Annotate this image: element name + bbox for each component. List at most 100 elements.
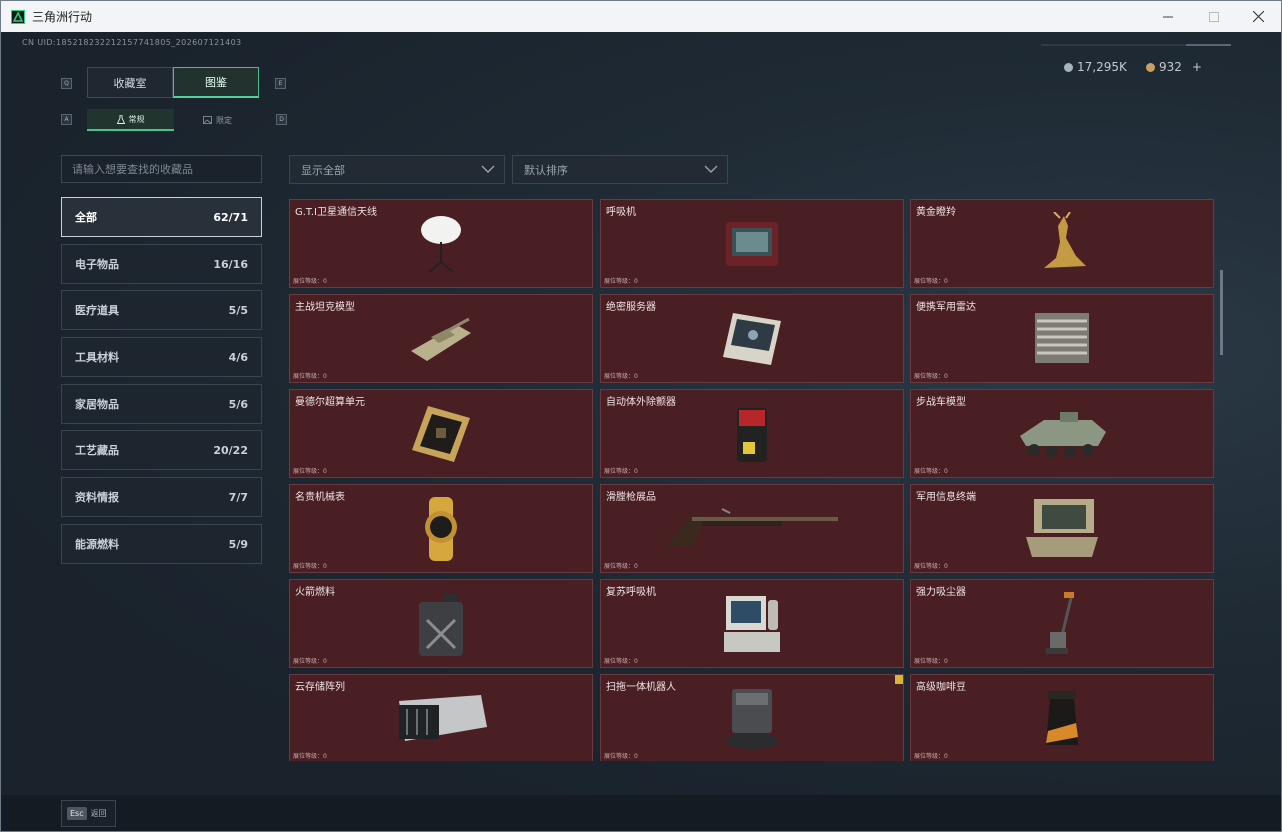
item-card-golden-gazelle[interactable]: 黄金瞪羚 展位等级：0 (910, 199, 1214, 288)
category-tools[interactable]: 工具材料 4/6 (61, 337, 262, 377)
minimize-button[interactable] (1145, 1, 1191, 32)
item-card-tank-model[interactable]: 主战坦克模型 展位等级：0 (289, 294, 593, 383)
radar-icon (1035, 313, 1089, 363)
category-household[interactable]: 家居物品 5/6 (61, 384, 262, 424)
resuscitator-icon (724, 596, 780, 652)
window-title: 三角洲行动 (32, 10, 93, 24)
category-count: 5/6 (228, 397, 248, 411)
subtab-prev-key: A (61, 114, 72, 125)
add-currency-button[interactable]: + (1192, 60, 1202, 74)
item-card-satellite-antenna[interactable]: G.T.I卫星通信天线 展位等级：0 (289, 199, 593, 288)
coffee-bag-icon (1046, 691, 1078, 745)
item-card-robot-vacuum[interactable]: 扫拖一体机器人 展位等级：0 (600, 674, 904, 761)
item-level: 展位等级：0 (914, 278, 948, 285)
subtab-limited-label: 限定 (216, 115, 232, 125)
item-level: 展位等级：0 (293, 373, 327, 380)
item-name: 呼吸机 (606, 207, 636, 218)
item-name: 便携军用雷达 (916, 302, 976, 313)
subtab-limited[interactable]: 限定 (174, 109, 261, 131)
item-card-resuscitator[interactable]: 复苏呼吸机 展位等级：0 (600, 579, 904, 668)
category-label: 能源燃料 (75, 538, 119, 551)
category-label: 全部 (75, 211, 97, 224)
item-level: 展位等级：0 (604, 753, 638, 760)
sort-dropdown[interactable]: 默认排序 (512, 155, 728, 184)
category-count: 5/9 (228, 537, 248, 551)
item-level: 展位等级：0 (914, 373, 948, 380)
item-card-portable-radar[interactable]: 便携军用雷达 展位等级：0 (910, 294, 1214, 383)
esc-key: Esc (67, 807, 87, 820)
item-card-musket[interactable]: 滑膛枪展品 展位等级：0 (600, 484, 904, 573)
item-level: 展位等级：0 (293, 278, 327, 285)
musket-icon (666, 508, 838, 547)
display-filter-dropdown[interactable]: 显示全部 (289, 155, 505, 184)
tab-next-key: E (275, 78, 286, 89)
grid-scrollbar[interactable] (1220, 270, 1223, 355)
item-level: 展位等级：0 (914, 468, 948, 475)
server-icon (723, 313, 781, 365)
item-card-rocket-fuel[interactable]: 火箭燃料 展位等级：0 (289, 579, 593, 668)
item-name: 名贵机械表 (295, 492, 345, 503)
category-count: 16/16 (213, 257, 248, 271)
item-card-defibrillator[interactable]: 自动体外除颤器 展位等级：0 (600, 389, 904, 478)
category-count: 4/6 (228, 350, 248, 364)
gold-currency-value: 932 (1159, 60, 1182, 74)
vacuum-cleaner-icon (1046, 592, 1074, 654)
silver-currency: 17,295K (1064, 60, 1127, 74)
category-label: 家居物品 (75, 398, 119, 411)
item-card-vacuum-cleaner[interactable]: 强力吸尘器 展位等级：0 (910, 579, 1214, 668)
tab-encyclopedia[interactable]: 图鉴 (173, 67, 259, 98)
item-name: 绝密服务器 (606, 302, 656, 313)
item-name: 曼德尔超算单元 (295, 397, 365, 408)
category-label: 资料情报 (75, 491, 119, 504)
delta-logo-icon (11, 9, 25, 24)
item-card-premium-coffee-beans[interactable]: 高级咖啡豆 展位等级：0 (910, 674, 1214, 761)
close-button[interactable] (1235, 1, 1281, 32)
item-level: 展位等级：0 (293, 753, 327, 760)
item-card-ifv-model[interactable]: 步战车模型 展位等级：0 (910, 389, 1214, 478)
tab-collection-room[interactable]: 收藏室 (87, 67, 173, 98)
item-name: 云存储阵列 (295, 682, 345, 693)
category-crafts[interactable]: 工艺藏品 20/22 (61, 430, 262, 470)
category-electronics[interactable]: 电子物品 16/16 (61, 244, 262, 284)
item-level: 展位等级：0 (293, 563, 327, 570)
item-level: 展位等级：0 (293, 658, 327, 665)
category-all[interactable]: 全部 62/71 (61, 197, 262, 237)
item-name: 火箭燃料 (295, 587, 335, 598)
item-name: 军用信息终端 (916, 492, 976, 503)
category-energy[interactable]: 能源燃料 5/9 (61, 524, 262, 564)
back-button[interactable]: Esc 返回 (61, 800, 116, 827)
sort-value: 默认排序 (524, 163, 568, 177)
title-bar: 三角洲行动 (1, 1, 1281, 32)
subtab-regular[interactable]: 常规 (87, 109, 174, 131)
item-card-ventilator[interactable]: 呼吸机 展位等级：0 (600, 199, 904, 288)
item-card-cloud-storage-array[interactable]: 云存储阵列 展位等级：0 (289, 674, 593, 761)
category-label: 电子物品 (75, 258, 119, 271)
item-card-mandel-supercomputer[interactable]: 曼德尔超算单元 展位等级：0 (289, 389, 593, 478)
item-card-secret-server[interactable]: 绝密服务器 展位等级：0 (600, 294, 904, 383)
item-card-military-terminal[interactable]: 军用信息终端 展位等级：0 (910, 484, 1214, 573)
maximize-button[interactable] (1191, 1, 1237, 32)
item-level: 展位等级：0 (604, 658, 638, 665)
category-medical[interactable]: 医疗道具 5/5 (61, 290, 262, 330)
category-count: 20/22 (213, 443, 248, 457)
item-level: 展位等级：0 (604, 373, 638, 380)
fuel-can-icon (419, 594, 463, 656)
item-name: 滑膛枪展品 (606, 492, 656, 503)
ventilator-icon (726, 222, 778, 266)
item-card-luxury-watch[interactable]: 名贵机械表 展位等级：0 (289, 484, 593, 573)
app-window: 三角洲行动 CN UID:185218232212157741805_20260… (0, 0, 1282, 832)
category-intel[interactable]: 资料情报 7/7 (61, 477, 262, 517)
gold-currency[interactable]: 932 + (1146, 60, 1202, 74)
silver-coin-icon (1064, 62, 1073, 72)
item-level: 展位等级：0 (604, 278, 638, 285)
item-name: 步战车模型 (916, 397, 966, 408)
item-name: 强力吸尘器 (916, 587, 966, 598)
flask-icon (116, 114, 125, 124)
military-terminal-icon (1026, 499, 1098, 557)
search-input[interactable] (61, 155, 262, 183)
golden-gazelle-icon (1044, 212, 1086, 268)
item-name: 黄金瞪羚 (916, 207, 956, 218)
image-icon (203, 116, 212, 124)
tab-prev-key: Q (61, 78, 72, 89)
item-level: 展位等级：0 (604, 563, 638, 570)
